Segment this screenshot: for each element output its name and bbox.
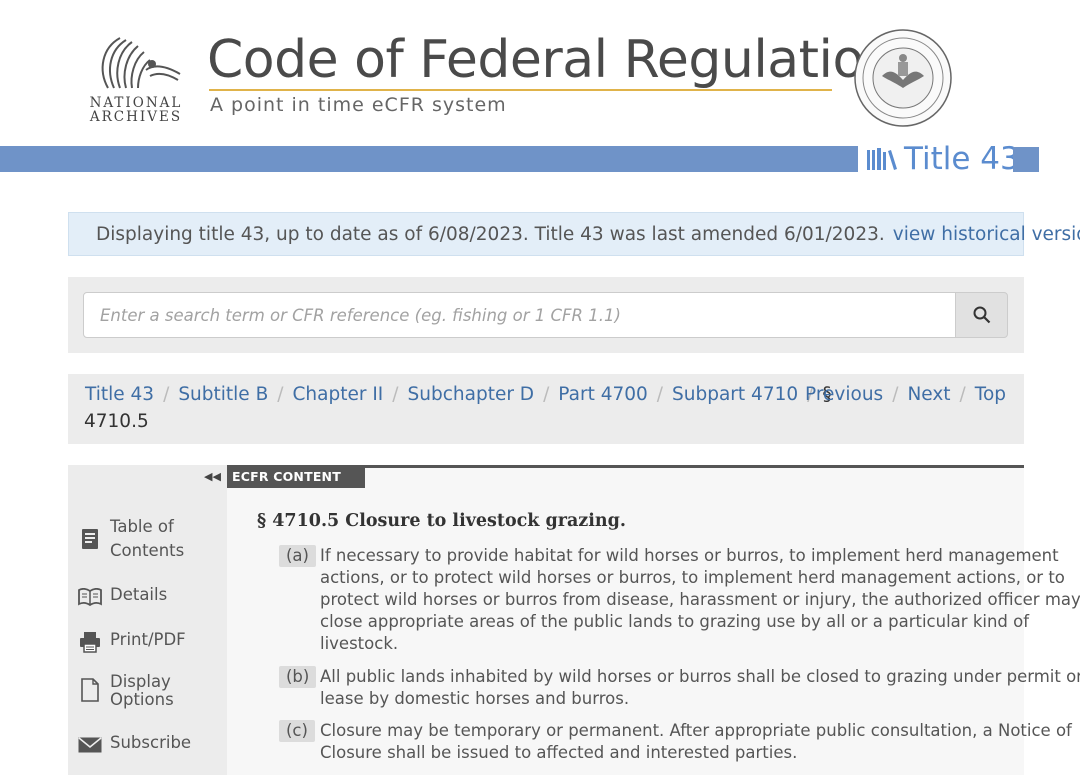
- banner-message: Displaying title 43, up to date as of 6/…: [96, 223, 885, 245]
- site-title[interactable]: Code of Federal Regulations: [207, 30, 923, 90]
- books-icon: [867, 148, 897, 170]
- paragraph-a: (a) If necessary to provide habitat for …: [279, 545, 1080, 655]
- paragraph-line: Closure shall be issued to affected and …: [320, 743, 798, 762]
- breadcrumb: Title 43/Subtitle B / Chapter II / Subchapte…: [68, 374, 1024, 444]
- search-icon: [973, 306, 990, 324]
- open-book-icon: [78, 588, 102, 606]
- view-historical-versions-link[interactable]: view historical versions: [893, 224, 1080, 245]
- printer-icon: [80, 632, 100, 653]
- nara-seal-icon[interactable]: [852, 28, 954, 128]
- breadcrumb-trail: Title 43/Subtitle B / Chapter II / Subchapte…: [85, 384, 832, 405]
- title-badge[interactable]: Title 43: [866, 139, 1020, 179]
- info-banner: Displaying title 43, up to date as of 6/…: [68, 212, 1080, 256]
- breadcrumb-title[interactable]: Title 43: [85, 384, 154, 405]
- paragraph-b: (b) All public lands inhabited by wild h…: [279, 666, 1080, 710]
- breadcrumb-chapter[interactable]: Chapter II: [293, 384, 384, 405]
- sidebar-item-label: Details: [110, 585, 168, 604]
- paragraph-line: All public lands inhabited by wild horse…: [320, 667, 1080, 686]
- breadcrumb-subchapter[interactable]: Subchapter D: [408, 384, 535, 405]
- paragraph-label[interactable]: (c): [279, 720, 315, 742]
- logo-text-line1: NATIONAL: [89, 95, 183, 111]
- eagle-icon: [101, 37, 181, 89]
- title-underline: [209, 89, 832, 91]
- paragraph-line: actions, or to protect wild horses or bu…: [320, 568, 1065, 587]
- title-badge-label: Title 43: [904, 141, 1020, 177]
- search-panel: [68, 277, 1024, 353]
- previous-link[interactable]: Previous: [805, 384, 883, 405]
- paragraph-line: lease by domestic horses and burros.: [320, 689, 630, 708]
- next-link[interactable]: Next: [907, 384, 950, 405]
- national-archives-logo[interactable]: NATIONAL ARCHIVES: [86, 30, 186, 126]
- paragraph-line: livestock.: [320, 634, 399, 653]
- ecfr-content-tab: ECFR CONTENT: [227, 465, 365, 488]
- section-nav: Previous / Next / Top: [805, 384, 1006, 405]
- paragraph-label[interactable]: (b): [279, 666, 317, 688]
- title-block: [1013, 147, 1039, 172]
- search-input[interactable]: [83, 292, 957, 338]
- breadcrumb-subpart[interactable]: Subpart 4710: [672, 384, 798, 405]
- title-bar: [0, 146, 858, 172]
- site-header: NATIONAL ARCHIVES Code of Federal Regula…: [0, 0, 1080, 177]
- paragraph-c: (c) Closure may be temporary or permanen…: [279, 720, 1072, 764]
- top-link[interactable]: Top: [975, 384, 1006, 405]
- sidebar-item-label: Table of: [110, 517, 174, 536]
- sidebar-item-table-of-contents[interactable]: Table of Contents: [78, 517, 184, 561]
- paragraph-line: Closure may be temporary or permanent. A…: [320, 721, 1072, 740]
- search-button[interactable]: [955, 292, 1008, 338]
- sidebar: ◀◀ Table of Contents Details Print/PDF D…: [68, 465, 227, 775]
- sidebar-item-label-line2: Options: [110, 690, 174, 709]
- sidebar-item-label-line2: Contents: [110, 541, 185, 560]
- breadcrumb-subtitle[interactable]: Subtitle B: [178, 384, 268, 405]
- paragraph-line: protect wild horses or burros from disea…: [320, 590, 1080, 609]
- collapse-sidebar-icon[interactable]: ◀◀: [204, 470, 221, 483]
- book-icon: [82, 529, 98, 549]
- ecfr-content: ECFR CONTENT § 4710.5 Closure to livesto…: [227, 465, 1080, 775]
- sidebar-item-subscribe[interactable]: Subscribe: [78, 733, 191, 757]
- sidebar-item-print-pdf[interactable]: Print/PDF: [78, 630, 186, 654]
- sidebar-item-display-options[interactable]: Display Options: [78, 672, 174, 710]
- site-subtitle: A point in time eCFR system: [210, 94, 507, 116]
- paragraph-label[interactable]: (a): [279, 545, 316, 567]
- sidebar-item-details[interactable]: Details: [78, 585, 167, 609]
- breadcrumb-section: 4710.5: [84, 411, 149, 432]
- logo-text-line2: ARCHIVES: [89, 109, 183, 125]
- sidebar-item-label: Print/PDF: [110, 630, 186, 649]
- breadcrumb-part[interactable]: Part 4700: [558, 384, 647, 405]
- document-icon: [81, 678, 99, 702]
- paragraph-line: close appropriate areas of the public la…: [320, 612, 1030, 631]
- sidebar-item-label: Display: [110, 672, 171, 691]
- sidebar-item-label: Subscribe: [110, 733, 192, 752]
- envelope-icon: [78, 737, 102, 753]
- paragraph-line: If necessary to provide habitat for wild…: [320, 546, 1059, 565]
- section-heading: § 4710.5 Closure to livestock grazing.: [257, 511, 626, 531]
- logo-text: NATIONAL ARCHIVES: [86, 96, 186, 124]
